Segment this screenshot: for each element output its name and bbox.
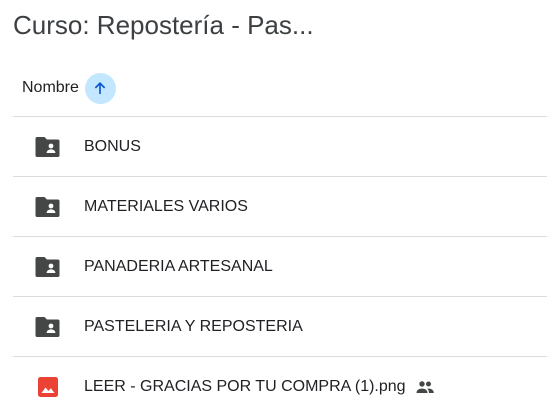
file-list: BONUS MATERIALES VARIOS PANADERIA ARTESA…	[13, 116, 547, 416]
file-name: PASTELERIA Y REPOSTERIA	[84, 317, 303, 335]
people-icon	[415, 380, 435, 394]
sort-by-name-label[interactable]: Nombre	[22, 79, 79, 97]
file-name: LEER - GRACIAS POR TU COMPRA (1).png	[84, 377, 406, 395]
shared-folder-icon	[33, 132, 63, 162]
list-item[interactable]: BONUS	[13, 116, 547, 176]
shared-folder-icon	[33, 252, 63, 282]
list-item[interactable]: MATERIALES VARIOS	[13, 176, 547, 236]
list-item[interactable]: LEER - GRACIAS POR TU COMPRA (1).png	[13, 356, 547, 416]
arrow-up-icon	[95, 82, 106, 94]
page-title: Curso: Repostería - Pas...	[13, 10, 314, 40]
file-name: MATERIALES VARIOS	[84, 197, 248, 215]
shared-folder-icon	[33, 312, 63, 342]
list-item[interactable]: PASTELERIA Y REPOSTERIA	[13, 296, 547, 356]
list-item[interactable]: PANADERIA ARTESANAL	[13, 236, 547, 296]
file-name: PANADERIA ARTESANAL	[84, 257, 273, 275]
shared-folder-icon	[33, 192, 63, 222]
image-file-icon	[33, 372, 63, 402]
file-name: BONUS	[84, 137, 141, 155]
sort-direction-button[interactable]	[84, 72, 116, 104]
sort-header: Nombre	[22, 71, 116, 105]
